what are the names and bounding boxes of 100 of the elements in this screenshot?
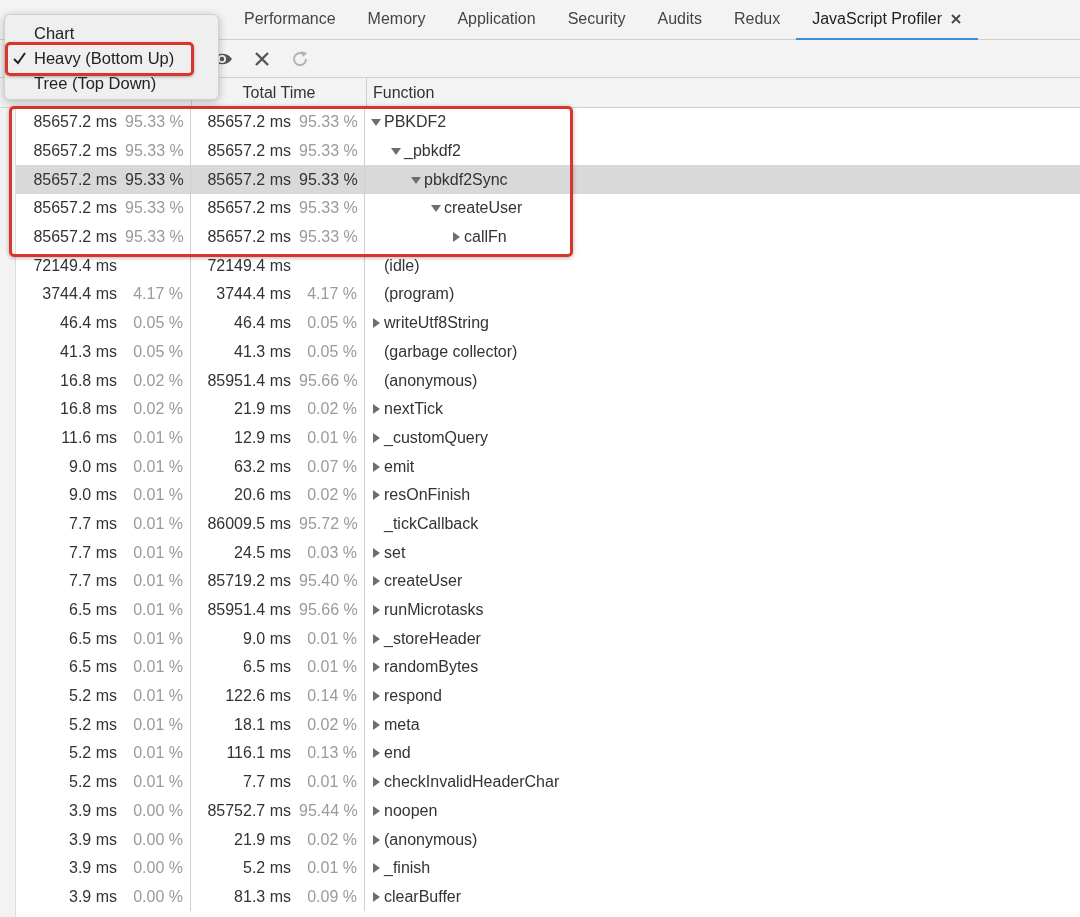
percent-value: 95.40 %: [299, 572, 357, 591]
time-value: 21.9 ms: [234, 400, 291, 419]
function-name: createUser: [444, 199, 523, 218]
time-value: 85657.2 ms: [207, 199, 291, 218]
collapsed-triangle-icon[interactable]: [371, 691, 381, 702]
percent-value: 0.00 %: [132, 801, 183, 820]
tab[interactable]: Memory: [351, 0, 442, 40]
function-name: _finish: [384, 859, 431, 878]
tab[interactable]: Audits: [641, 0, 718, 40]
expanded-triangle-icon[interactable]: [391, 146, 401, 157]
function-name: pbkdf2Sync: [424, 170, 508, 189]
time-value: 46.4 ms: [234, 314, 291, 333]
function-name: nextTick: [384, 400, 443, 419]
time-value: 85657.2 ms: [33, 228, 117, 247]
menu-item[interactable]: Heavy (Bottom Up): [5, 41, 194, 76]
time-value: 85657.2 ms: [33, 142, 117, 161]
percent-value: 0.01 %: [132, 687, 183, 706]
collapsed-triangle-icon[interactable]: [371, 461, 381, 472]
function-name: PBKDF2: [384, 113, 447, 132]
percent-value: 0.01 %: [132, 773, 183, 792]
percent-value: 0.01 %: [132, 543, 183, 562]
close-icon[interactable]: [253, 49, 271, 68]
column-header[interactable]: Function: [367, 78, 1080, 107]
time-value: 20.6 ms: [234, 486, 291, 505]
collapsed-triangle-icon[interactable]: [371, 891, 381, 902]
expanded-triangle-icon[interactable]: [371, 117, 381, 128]
percent-value: 95.33 %: [125, 142, 183, 161]
collapsed-triangle-icon[interactable]: [371, 318, 381, 329]
function-name: _customQuery: [384, 428, 489, 447]
percent-value: 0.05 %: [306, 314, 357, 333]
time-value: 3.9 ms: [69, 801, 117, 820]
percent-value: 95.33 %: [125, 113, 183, 132]
collapsed-triangle-icon[interactable]: [371, 748, 381, 759]
time-value: 85657.2 ms: [207, 170, 291, 189]
function-name: meta: [384, 715, 420, 734]
time-value: 6.5 ms: [69, 601, 117, 620]
time-value: 85719.2 ms: [207, 572, 291, 591]
percent-value: 95.72 %: [299, 514, 357, 533]
time-value: 85657.2 ms: [33, 199, 117, 218]
function-name: writeUtf8String: [384, 314, 489, 333]
time-value: 41.3 ms: [60, 342, 117, 361]
collapsed-triangle-icon[interactable]: [371, 834, 381, 845]
tab[interactable]: Security: [551, 0, 642, 40]
percent-value: 0.01 %: [132, 486, 183, 505]
percent-value: 95.33 %: [299, 113, 357, 132]
function-name: createUser: [384, 572, 463, 591]
time-value: 3744.4 ms: [216, 285, 291, 304]
time-value: 72149.4 ms: [207, 256, 291, 275]
time-value: 46.4 ms: [60, 314, 117, 333]
time-value: 85951.4 ms: [207, 371, 291, 390]
time-value: 5.2 ms: [69, 687, 117, 706]
collapsed-triangle-icon[interactable]: [451, 232, 461, 243]
function-name: (program): [384, 285, 455, 304]
collapsed-triangle-icon[interactable]: [371, 490, 381, 501]
function-name: noopen: [384, 801, 438, 820]
time-value: 81.3 ms: [234, 887, 291, 906]
percent-value: 4.17 %: [132, 285, 183, 304]
collapsed-triangle-icon[interactable]: [371, 777, 381, 788]
percent-value: 0.00 %: [132, 887, 183, 906]
expanded-triangle-icon[interactable]: [411, 174, 421, 185]
time-value: 85657.2 ms: [207, 113, 291, 132]
time-value: 72149.4 ms: [33, 256, 117, 275]
collapsed-triangle-icon[interactable]: [371, 605, 381, 616]
percent-value: 0.05 %: [132, 342, 183, 361]
time-value: 7.7 ms: [69, 543, 117, 562]
function-name: checkInvalidHeaderChar: [384, 773, 560, 792]
tab[interactable]: Performance: [228, 0, 352, 40]
collapsed-triangle-icon[interactable]: [371, 404, 381, 415]
collapsed-triangle-icon[interactable]: [371, 432, 381, 443]
checkmark-icon: [13, 52, 26, 65]
tab[interactable]: Application: [441, 0, 552, 40]
collapsed-triangle-icon[interactable]: [371, 633, 381, 644]
percent-value: 0.02 %: [306, 830, 357, 849]
time-value: 85657.2 ms: [33, 170, 117, 189]
time-value: 12.9 ms: [234, 428, 291, 447]
percent-value: 95.44 %: [299, 801, 357, 820]
percent-value: 0.01 %: [306, 629, 357, 648]
collapsed-triangle-icon[interactable]: [371, 863, 381, 874]
close-icon[interactable]: [950, 13, 962, 25]
collapsed-triangle-icon[interactable]: [371, 547, 381, 558]
collapsed-triangle-icon[interactable]: [371, 719, 381, 730]
percent-value: 95.33 %: [125, 228, 183, 247]
time-value: 85657.2 ms: [207, 228, 291, 247]
collapsed-triangle-icon[interactable]: [371, 805, 381, 816]
collapsed-triangle-icon[interactable]: [371, 662, 381, 673]
percent-value: 0.01 %: [132, 715, 183, 734]
percent-value: 0.13 %: [306, 744, 357, 763]
expanded-triangle-icon[interactable]: [431, 203, 441, 214]
time-value: 16.8 ms: [60, 371, 117, 390]
percent-value: 0.01 %: [132, 514, 183, 533]
percent-value: 95.33 %: [299, 142, 357, 161]
tab[interactable]: Redux: [717, 0, 797, 40]
time-value: 5.2 ms: [69, 715, 117, 734]
collapsed-triangle-icon[interactable]: [371, 576, 381, 587]
function-name: _tickCallback: [384, 514, 479, 533]
percent-value: 95.33 %: [299, 170, 357, 189]
percent-value: 0.01 %: [306, 859, 357, 878]
percent-value: 0.01 %: [132, 629, 183, 648]
time-value: 7.7 ms: [69, 572, 117, 591]
time-value: 9.0 ms: [243, 629, 291, 648]
